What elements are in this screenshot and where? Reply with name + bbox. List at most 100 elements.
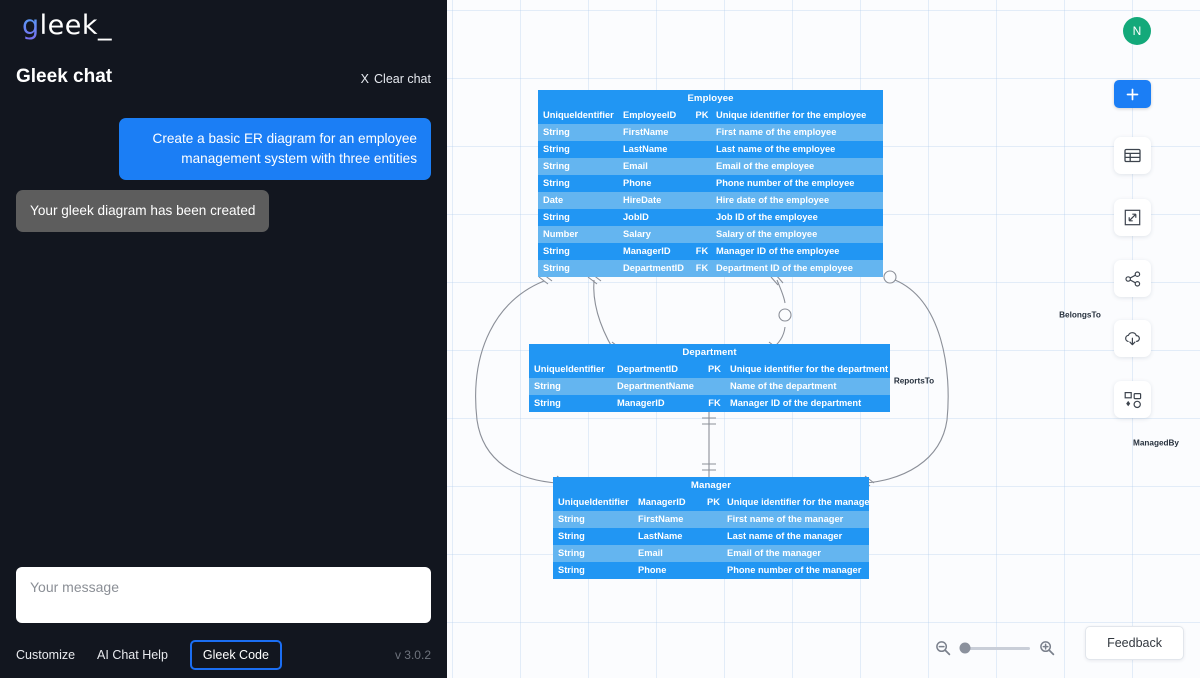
field-desc: Name of the department [730, 381, 837, 391]
field-type: String [543, 212, 570, 222]
entity-field-row[interactable]: String FirstName First name of the manager [553, 511, 869, 528]
entity-field-row[interactable]: UniqueIdentifier ManagerID PK Unique identi… [553, 494, 869, 511]
sidebar-footer: Customize AI Chat Help Gleek Code v 3.0.… [16, 640, 431, 670]
zoom-slider-thumb[interactable] [959, 642, 971, 654]
field-type: String [543, 246, 570, 256]
entity-field-row[interactable]: String ManagerID FK Manager ID of the depar… [529, 395, 890, 412]
field-key [693, 158, 711, 175]
entity-field-row[interactable]: String Email Email of the manager [553, 545, 869, 562]
entity-field-row[interactable]: String ManagerID FK Manager ID of the emplo… [538, 243, 883, 260]
field-key [693, 192, 711, 209]
field-type: String [558, 548, 585, 558]
field-key: FK [708, 398, 721, 408]
entity-table-employee[interactable]: Employee UniqueIdentifier EmployeeID PK Uniq… [538, 90, 883, 277]
field-type: UniqueIdentifier [543, 110, 614, 120]
page-title: Gleek chat [16, 66, 113, 87]
field-field: Phone [623, 178, 652, 188]
entity-field-row[interactable]: String Phone Phone number of the manager [553, 562, 869, 579]
field-field: Email [638, 548, 663, 558]
message-list: Create a basic ER diagram for an employe… [0, 118, 447, 242]
zoom-in-icon[interactable] [1039, 640, 1055, 656]
message-row-user: Create a basic ER diagram for an employe… [16, 118, 431, 180]
field-key [693, 141, 711, 158]
field-desc: Job ID of the employee [716, 212, 818, 222]
field-key [705, 528, 722, 545]
field-key: PK [707, 497, 720, 507]
bot-message-bubble: Your gleek diagram has been created [16, 189, 270, 232]
field-desc: Phone number of the employee [716, 178, 855, 188]
feedback-button[interactable]: Feedback [1085, 626, 1184, 660]
field-type: Number [543, 229, 579, 239]
customize-button[interactable]: Customize [16, 648, 75, 662]
clear-chat-button[interactable]: X Clear chat [361, 72, 431, 86]
field-type: String [534, 381, 561, 391]
entity-field-row[interactable]: Number Salary Salary of the employee [538, 226, 883, 243]
diagram-canvas[interactable]: BelongsTo Has ReportsTo Manages ManagedB… [447, 0, 1200, 678]
field-desc: Hire date of the employee [716, 195, 830, 205]
entity-table-department[interactable]: Department UniqueIdentifier DepartmentID PK… [529, 344, 890, 412]
field-type: String [543, 263, 570, 273]
zoom-out-icon[interactable] [935, 640, 951, 656]
clear-chat-label: Clear chat [374, 72, 431, 86]
field-key: FK [695, 246, 709, 256]
field-field: DepartmentID [617, 364, 678, 374]
table-tool-button[interactable] [1114, 137, 1151, 174]
field-type: UniqueIdentifier [558, 497, 629, 507]
field-field: ManagerID [623, 246, 671, 256]
share-tool-button[interactable] [1114, 260, 1151, 297]
entity-field-row[interactable]: UniqueIdentifier DepartmentID PK Unique ide… [529, 361, 890, 378]
message-input[interactable] [16, 567, 431, 623]
logo-letter-g: g [22, 10, 40, 41]
zoom-control[interactable] [935, 640, 1055, 656]
field-desc: Last name of the employee [716, 144, 836, 154]
gleek-code-button[interactable]: Gleek Code [189, 640, 282, 670]
ai-chat-help-button[interactable]: AI Chat Help [97, 648, 168, 662]
fullscreen-tool-button[interactable] [1114, 199, 1151, 236]
field-desc: Unique identifier for the employee [716, 110, 867, 120]
field-field: EmployeeID [623, 110, 677, 120]
avatar-initial: N [1132, 24, 1142, 38]
entity-field-row[interactable]: String Phone Phone number of the employee [538, 175, 883, 192]
field-field: JobID [623, 212, 649, 222]
fullscreen-icon [1124, 209, 1141, 226]
relationship-label-belongsto: BelongsTo [1059, 310, 1101, 320]
share-icon [1124, 270, 1140, 287]
gleek-logo[interactable]: gleek_ [22, 12, 112, 39]
entity-field-row[interactable]: String DepartmentID FK Department ID of the… [538, 260, 883, 277]
field-desc: First name of the employee [716, 127, 837, 137]
entity-field-row[interactable]: UniqueIdentifier EmployeeID PK Unique ident… [538, 107, 883, 124]
entity-table-manager[interactable]: Manager UniqueIdentifier ManagerID PK Unique… [553, 477, 869, 579]
field-desc: Last name of the manager [727, 531, 843, 541]
entity-field-row[interactable]: String FirstName First name of the employe… [538, 124, 883, 141]
shapes-tool-button[interactable] [1114, 381, 1151, 418]
add-button[interactable] [1114, 80, 1151, 108]
field-field: DepartmentName [617, 381, 694, 391]
field-key: FK [695, 263, 709, 273]
entity-field-row[interactable]: String Email Email of the employee [538, 158, 883, 175]
field-desc: Manager ID of the employee [716, 246, 840, 256]
field-field: Phone [638, 565, 667, 575]
field-type: String [558, 514, 585, 524]
field-desc: Unique identifier for the department [730, 364, 889, 374]
entity-field-row[interactable]: String LastName Last name of the manager [553, 528, 869, 545]
field-field: ManagerID [617, 398, 665, 408]
entity-field-row[interactable]: Date HireDate Hire date of the employee [538, 192, 883, 209]
entity-field-row[interactable]: String DepartmentName Name of the departme… [529, 378, 890, 395]
avatar[interactable]: N [1123, 17, 1151, 45]
relationship-label-managedby: ManagedBy [1133, 438, 1179, 448]
zoom-slider[interactable] [959, 642, 1030, 654]
field-type: String [543, 178, 570, 188]
field-key: PK [695, 110, 709, 120]
version-label: v 3.0.2 [394, 648, 431, 662]
field-type: String [558, 565, 585, 575]
cloud-download-icon [1125, 332, 1140, 346]
entity-field-row[interactable]: String LastName Last name of the employee [538, 141, 883, 158]
entity-title: Department [529, 344, 890, 361]
user-message-bubble: Create a basic ER diagram for an employe… [119, 118, 431, 180]
field-type: Date [543, 195, 564, 205]
field-field: HireDate [623, 195, 662, 205]
field-field: FirstName [638, 514, 684, 524]
plus-icon [1126, 88, 1139, 100]
entity-field-row[interactable]: String JobID Job ID of the employee [538, 209, 883, 226]
cloud-download-tool-button[interactable] [1114, 320, 1151, 357]
